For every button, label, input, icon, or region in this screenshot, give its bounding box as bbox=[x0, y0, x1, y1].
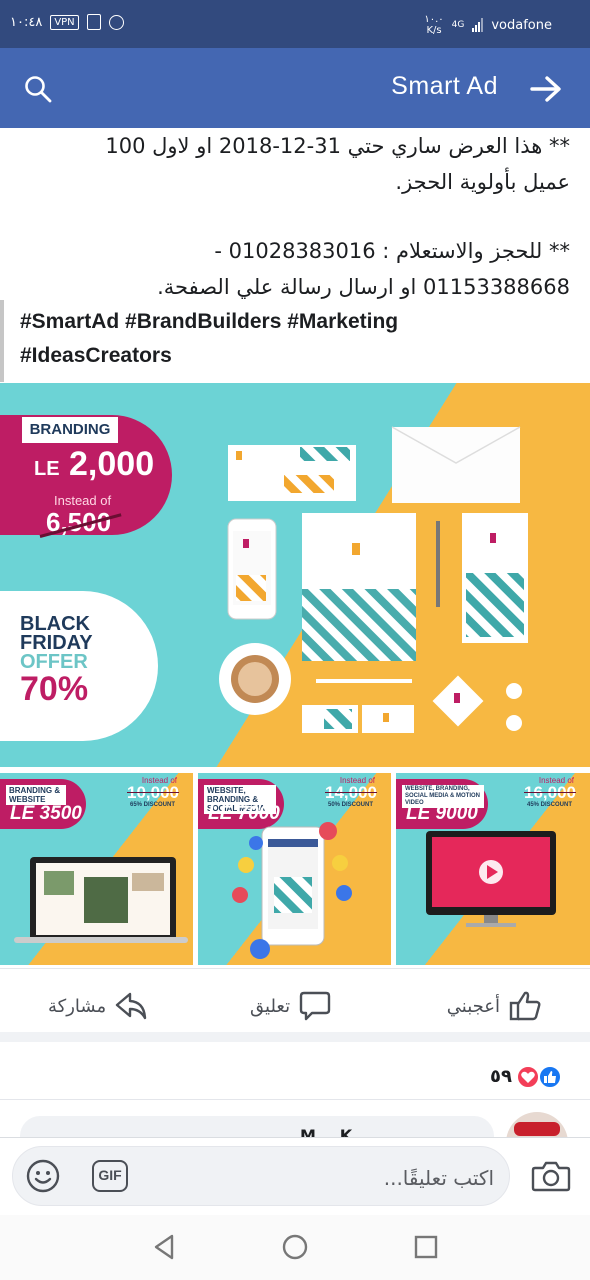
thumbs-up-icon bbox=[509, 991, 541, 1021]
stationery-mockup bbox=[219, 426, 528, 733]
comment-button[interactable]: تعليق bbox=[250, 989, 332, 1023]
thumbnail-2[interactable]: WEBSITE, BRANDING & SOCIAL MEDIA LE 7000… bbox=[198, 773, 391, 965]
status-left: ١٠:٤٨ VPN bbox=[10, 14, 124, 30]
post-actions: أعجبني تعليق مشاركة bbox=[0, 968, 590, 1042]
phone-social-illustration bbox=[232, 822, 352, 959]
reactions-summary[interactable]: ٥٩ bbox=[0, 1052, 590, 1100]
contact-line-1: ** للحجز والاستعلام : 01028383016 - bbox=[214, 239, 570, 263]
reaction-count: ٥٩ bbox=[490, 1066, 512, 1087]
status-bar: ١٠:٤٨ VPN ١٠.٠ K/s 4G vodafone bbox=[0, 0, 590, 48]
share-button[interactable]: مشاركة bbox=[48, 989, 148, 1023]
alarm-icon bbox=[108, 14, 124, 30]
speech-bubble-icon bbox=[299, 991, 331, 1021]
triangle-back-icon[interactable] bbox=[150, 1232, 180, 1262]
thumbnail-3[interactable]: WEBSITE, BRANDING, SOCIAL MEDIA & MOTION… bbox=[396, 773, 590, 965]
contact-line-2: 01153388668 او ارسال رسالة علي الصفحة. bbox=[157, 275, 570, 299]
offer-line-2: عميل بأولوية الحجز. bbox=[395, 170, 570, 194]
comment-placeholder: اكتب تعليقًا... bbox=[383, 1166, 494, 1190]
comment-label: تعليق bbox=[250, 995, 291, 1017]
like-reaction-icon bbox=[538, 1065, 562, 1089]
vibrate-icon bbox=[86, 14, 101, 30]
square-recent-icon[interactable] bbox=[411, 1232, 441, 1262]
like-label: أعجبني bbox=[446, 995, 500, 1017]
app-bar: Smart Ad bbox=[0, 48, 590, 128]
share-arrow-icon bbox=[115, 992, 147, 1020]
system-nav-bar bbox=[0, 1215, 590, 1280]
network-speed: ١٠.٠ K/s bbox=[424, 14, 443, 36]
page-title: Smart Ad bbox=[391, 72, 498, 100]
vpn-badge: VPN bbox=[50, 14, 79, 30]
love-reaction-icon bbox=[516, 1065, 540, 1089]
network-type: 4G bbox=[451, 20, 465, 30]
hashtags-line-2[interactable]: #IdeasCreators bbox=[20, 339, 570, 373]
status-right: ١٠.٠ K/s 4G vodafone bbox=[424, 14, 552, 36]
post-main-image[interactable]: BRANDING LE 2,000 Instead of 6,500 BLACK… bbox=[0, 383, 590, 767]
like-button[interactable]: أعجبني bbox=[447, 989, 542, 1023]
arrow-right-icon[interactable] bbox=[530, 76, 562, 102]
clock: ١٠:٤٨ bbox=[10, 14, 43, 30]
share-label: مشاركة bbox=[48, 995, 107, 1017]
offer-line-1: ** هذا العرض ساري حتي 31-12-2018 او لاول… bbox=[105, 134, 570, 158]
thumbnail-1[interactable]: BRANDING & WEBSITE LE 3500 Instead of 10… bbox=[0, 773, 193, 965]
speed-unit: K/s bbox=[426, 25, 442, 36]
carrier-name: vodafone bbox=[491, 17, 552, 33]
hashtags-line-1[interactable]: #SmartAd #BrandBuilders #Marketing bbox=[20, 305, 570, 339]
signal-icon bbox=[472, 18, 484, 32]
gif-button[interactable]: GIF bbox=[92, 1160, 128, 1192]
laptop-illustration bbox=[14, 857, 188, 943]
speed-value: ١٠.٠ bbox=[424, 14, 444, 25]
post-text: ** هذا العرض ساري حتي 31-12-2018 او لاول… bbox=[0, 128, 590, 373]
circle-home-icon[interactable] bbox=[280, 1232, 310, 1262]
monitor-video-illustration bbox=[426, 831, 556, 927]
comment-composer: اكتب تعليقًا... GIF bbox=[0, 1137, 590, 1215]
search-icon[interactable] bbox=[24, 75, 52, 103]
smiley-icon[interactable] bbox=[26, 1159, 60, 1193]
scroll-indicator bbox=[0, 300, 4, 382]
camera-icon[interactable] bbox=[531, 1159, 571, 1193]
